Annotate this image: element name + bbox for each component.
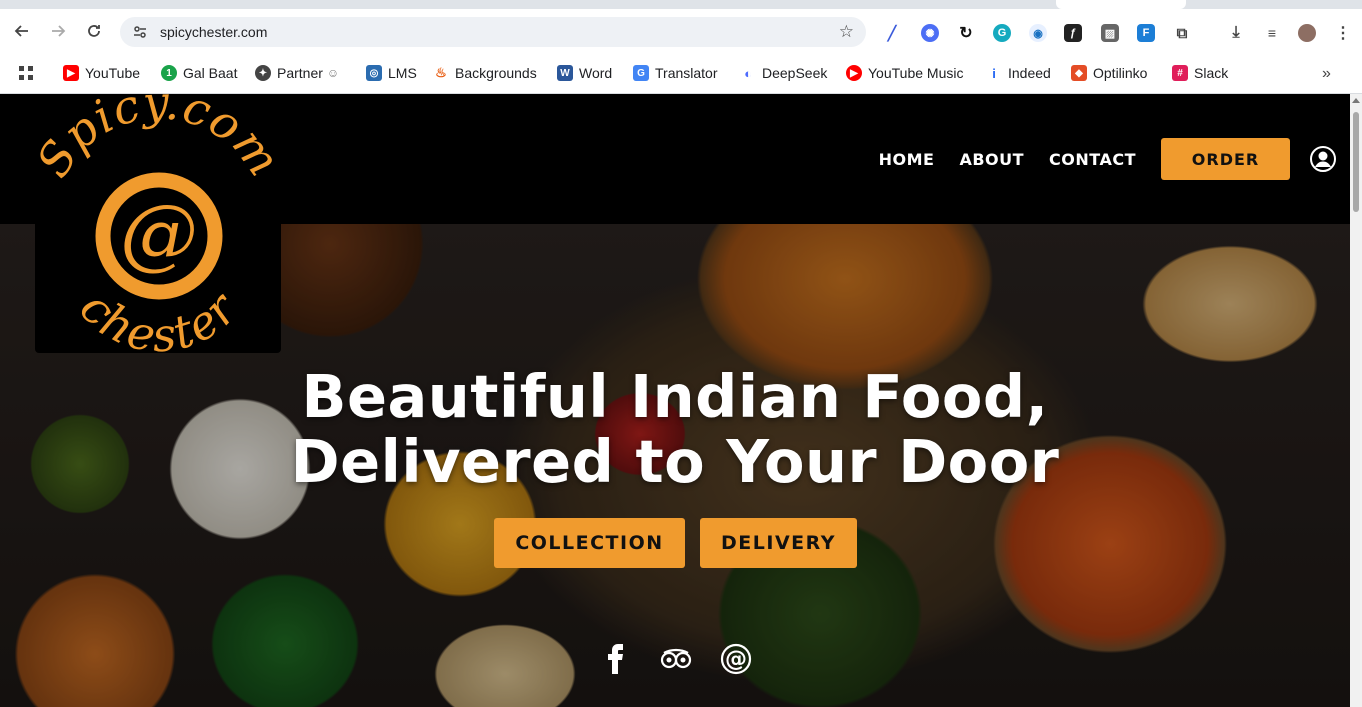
hero-headline: Beautiful Indian Food, Delivered to Your…	[0, 364, 1350, 494]
reload-icon[interactable]	[80, 17, 108, 45]
ghost-icon: ☺	[326, 66, 340, 80]
bookmark-label: Backgrounds	[455, 65, 537, 81]
profile-avatar[interactable]	[1298, 24, 1316, 42]
main-nav: HOME ABOUT CONTACT ORDER	[879, 138, 1336, 180]
bookmark-youtube-music[interactable]: ▶ YouTube Music	[846, 65, 963, 81]
bookmark-label: Indeed	[1008, 65, 1051, 81]
at-sign-icon[interactable]: @	[719, 642, 753, 676]
tripadvisor-icon[interactable]	[658, 642, 694, 676]
slack-icon: #	[1172, 65, 1188, 81]
bookmark-youtube[interactable]: ▶ YouTube	[63, 65, 140, 81]
extension-icon-4[interactable]: F	[1137, 24, 1155, 42]
bookmark-label: Slack	[1194, 65, 1229, 81]
web-page: Beautiful Indian Food, Delivered to Your…	[0, 94, 1350, 707]
more-bookmarks-icon[interactable]: »	[1322, 65, 1331, 83]
address-bar[interactable]: spicychester.com ☆	[120, 17, 866, 47]
tab-strip	[0, 0, 1362, 9]
youtube-icon: ▶	[63, 65, 79, 81]
facebook-icon[interactable]	[602, 642, 630, 676]
nav-contact[interactable]: CONTACT	[1049, 150, 1136, 169]
bookmark-label: LMS	[388, 65, 417, 81]
delivery-button[interactable]: DELIVERY	[700, 518, 857, 568]
word-icon: W	[557, 65, 573, 81]
bookmark-indeed[interactable]: i Indeed	[986, 65, 1051, 81]
extension-icon-3[interactable]: ▨	[1101, 24, 1119, 42]
bookmark-label: YouTube Music	[868, 65, 964, 81]
indeed-icon: i	[992, 65, 996, 81]
back-icon[interactable]	[8, 17, 36, 45]
bookmark-slack[interactable]: # Slack	[1172, 65, 1228, 81]
bookmark-word[interactable]: W Word	[557, 65, 612, 81]
extension-icon-2[interactable]: ◉	[1029, 24, 1047, 42]
extension-icon-1[interactable]: ✺	[921, 24, 939, 42]
active-tab[interactable]	[1056, 0, 1186, 9]
bookmark-label: Translator	[655, 65, 718, 81]
optilinko-icon: ◆	[1071, 65, 1087, 81]
headline-line-2: Delivered to Your Door	[290, 427, 1060, 496]
headline-line-1: Beautiful Indian Food,	[301, 362, 1049, 431]
deepseek-icon: ◐	[744, 65, 752, 81]
nav-about[interactable]: ABOUT	[959, 150, 1024, 169]
bookmarks-bar: ▶ YouTube 1 Gal Baat ✦ Partner ☺ ◎ LMS ♨…	[0, 53, 1362, 94]
bookmark-label: YouTube	[85, 65, 141, 81]
forward-icon[interactable]	[44, 17, 72, 45]
function-extension-icon[interactable]: ƒ	[1064, 24, 1082, 42]
bookmark-label: Gal Baat	[183, 65, 238, 81]
url-text[interactable]: spicychester.com	[160, 24, 267, 40]
user-account-icon[interactable]	[1310, 146, 1336, 172]
scroll-up-icon[interactable]	[1352, 98, 1360, 103]
apps-grid-icon[interactable]	[18, 65, 34, 81]
logo-top-text: Spicy.com	[26, 94, 291, 186]
bookmark-label: Optilinko	[1093, 65, 1148, 81]
order-button[interactable]: ORDER	[1161, 138, 1290, 180]
bookmark-star-icon[interactable]: ☆	[839, 22, 854, 42]
bookmark-label: Partner	[277, 65, 323, 81]
bookmark-optilinko[interactable]: ◆ Optilinko	[1071, 65, 1147, 81]
bookmark-gal-baat[interactable]: 1 Gal Baat	[161, 65, 237, 81]
scrollbar-thumb[interactable]	[1353, 112, 1359, 212]
bookmark-lms[interactable]: ◎ LMS	[366, 65, 417, 81]
partner-icon: ✦	[255, 65, 271, 81]
browser-toolbar: spicychester.com ☆ ╱ ✺ ↻ G ◉ ƒ ▨ F ⧉ ⤓ ≡…	[0, 9, 1362, 53]
site-info-icon[interactable]	[132, 24, 148, 40]
menu-kebab-icon[interactable]: ⋮	[1334, 24, 1352, 42]
bookmark-translator[interactable]: G Translator	[633, 65, 718, 81]
svg-text:@: @	[725, 647, 747, 672]
media-control-icon[interactable]: ≡	[1263, 24, 1281, 42]
collection-button[interactable]: COLLECTION	[494, 518, 685, 568]
page-scrollbar[interactable]	[1350, 94, 1362, 707]
bookmark-partner[interactable]: ✦ Partner ☺	[255, 65, 339, 81]
extensions-puzzle-icon[interactable]: ⧉	[1173, 24, 1191, 42]
nav-home[interactable]: HOME	[879, 150, 935, 169]
translator-icon: G	[633, 65, 649, 81]
grammarly-icon[interactable]: G	[993, 24, 1011, 42]
youtube-music-icon: ▶	[846, 65, 862, 81]
bookmark-label: DeepSeek	[762, 65, 828, 81]
bookmark-backgrounds[interactable]: ♨ Backgrounds	[433, 65, 537, 81]
backgrounds-icon: ♨	[435, 65, 447, 80]
download-icon[interactable]: ⤓	[1227, 24, 1245, 42]
sync-extension-icon[interactable]: ↻	[957, 24, 975, 42]
bookmark-deepseek[interactable]: ◐ DeepSeek	[740, 65, 827, 81]
galbaat-icon: 1	[161, 65, 177, 81]
pen-extension-icon[interactable]: ╱	[883, 24, 901, 42]
logo-at-symbol: @	[120, 189, 198, 279]
site-logo[interactable]: Spicy.com @ chester	[26, 94, 291, 363]
lms-icon: ◎	[366, 65, 382, 81]
svg-text:Spicy.com: Spicy.com	[35, 94, 281, 186]
bookmark-label: Word	[579, 65, 613, 81]
